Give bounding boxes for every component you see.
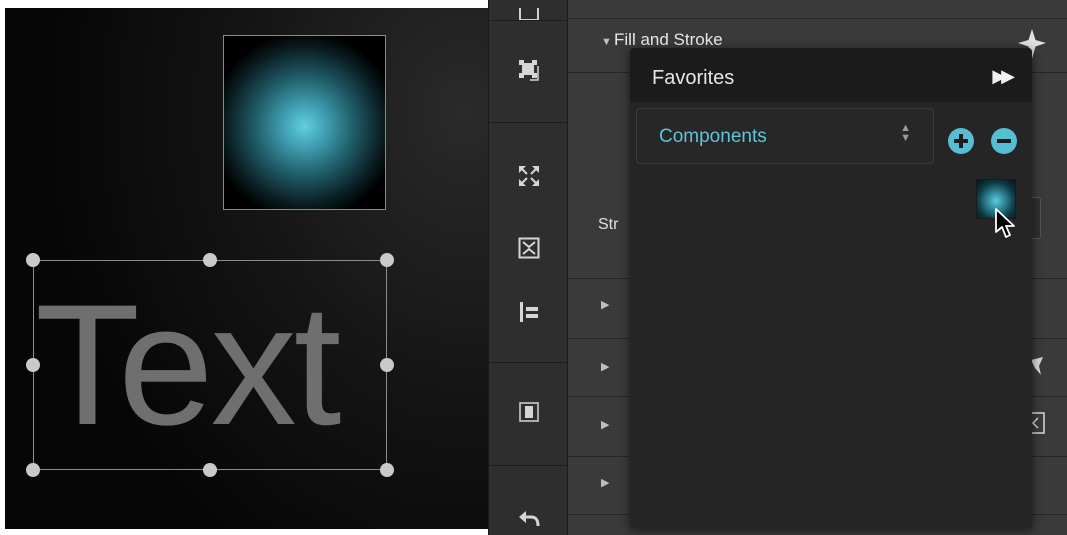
resize-handle-right[interactable] (380, 358, 394, 372)
expand-triangle-icon[interactable]: ▶ (601, 476, 609, 489)
resize-handle-bottom-left[interactable] (26, 463, 40, 477)
text-object-selection[interactable]: Text (26, 253, 394, 477)
fit-icon[interactable] (517, 236, 541, 260)
favorites-title: Favorites (652, 67, 735, 89)
resize-handle-bottom[interactable] (203, 463, 217, 477)
resize-handle-top-right[interactable] (380, 253, 394, 267)
undo-icon[interactable] (517, 506, 541, 530)
radial-gradient-shape[interactable] (223, 35, 386, 210)
favorites-header: Favorites ▶▶ (630, 48, 1032, 102)
resize-handle-top[interactable] (203, 253, 217, 267)
fill-stroke-section-header[interactable]: Fill and Stroke (614, 30, 723, 50)
resize-handle-left[interactable] (26, 358, 40, 372)
group-icon[interactable] (517, 58, 541, 82)
frame-icon[interactable] (517, 2, 541, 26)
select-arrows-icon: ▲ ▼ (900, 122, 911, 144)
expand-triangle-icon[interactable]: ▶ (601, 418, 609, 431)
vertical-toolbar (488, 0, 569, 535)
add-icon[interactable] (948, 128, 974, 154)
expand-triangle-icon[interactable]: ▶ (601, 298, 609, 311)
stroke-label: Str (598, 216, 619, 233)
library-select[interactable]: Components ▲ ▼ (636, 108, 934, 164)
collapse-triangle-icon[interactable]: ▼ (601, 36, 612, 48)
remove-icon[interactable] (991, 128, 1017, 154)
mouse-pointer-icon (994, 208, 1018, 244)
forward-icon[interactable]: ▶▶ (992, 66, 1015, 87)
resize-handle-top-left[interactable] (26, 253, 40, 267)
align-left-icon[interactable] (517, 300, 541, 324)
library-select-value: Components (659, 126, 767, 147)
expand-triangle-icon[interactable]: ▶ (601, 360, 609, 373)
resize-handle-bottom-right[interactable] (380, 463, 394, 477)
distribute-icon[interactable] (517, 400, 541, 424)
expand-icon[interactable] (517, 164, 541, 188)
design-canvas[interactable]: Text (5, 8, 488, 529)
favorites-popover: Favorites ▶▶ Components ▲ ▼ (630, 48, 1032, 528)
text-object[interactable]: Text (35, 262, 385, 468)
